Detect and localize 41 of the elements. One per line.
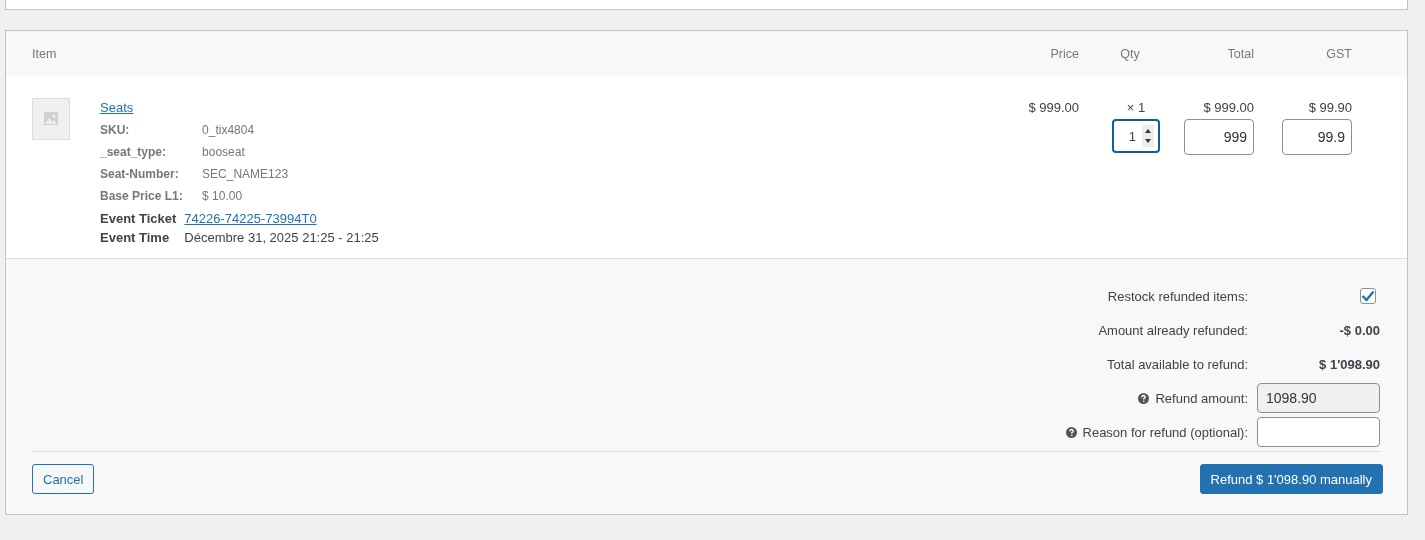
column-header: Total xyxy=(1226,46,1254,61)
meta-label: Seat-Number: xyxy=(100,167,180,181)
gst-input[interactable]: 99.9 xyxy=(1282,119,1352,155)
total-value: $ 999.00 xyxy=(1203,100,1254,115)
meta-value: SEC_NAME123 xyxy=(202,167,290,181)
meta-label: SKU: xyxy=(100,123,131,137)
product-link[interactable]: Seats xyxy=(100,100,379,115)
column-header: Qty xyxy=(1119,46,1141,61)
cancel-button[interactable]: Cancel xyxy=(32,464,95,494)
meta-value: 0_tix4804 xyxy=(202,123,256,137)
refund-amount-field[interactable]: 1098.90 xyxy=(1257,383,1380,413)
total-input[interactable]: 999 xyxy=(1184,119,1254,155)
quantity-input[interactable]: 1 xyxy=(1112,119,1160,153)
ticket-link[interactable]: 74226-74225-73994T0 xyxy=(184,211,379,226)
already-refunded-value: -$ 0.00 xyxy=(1339,322,1380,338)
meta-label: _seat_type: xyxy=(100,145,168,159)
refund-reason-field[interactable] xyxy=(1257,417,1380,447)
event-label: Event Time xyxy=(100,230,171,245)
available-value: $ 1'098.90 xyxy=(1319,356,1380,372)
restock-checkbox[interactable] xyxy=(1360,288,1376,304)
spinner-icon[interactable] xyxy=(1142,125,1154,147)
event-value: Décembre 31, 2025 21:25 - 21:25 xyxy=(184,230,379,245)
price-value: $ 999.00 xyxy=(1028,100,1079,115)
gst-value: $ 99.90 xyxy=(1308,100,1352,115)
restock-label: Restock refunded items: xyxy=(1107,288,1248,304)
help-icon[interactable] xyxy=(1065,426,1077,438)
event-label: Event Ticket xyxy=(100,211,177,226)
meta-label: Base Price L1: xyxy=(100,189,184,203)
already-refunded-label: Amount already refunded: xyxy=(1098,322,1248,338)
help-icon[interactable] xyxy=(1138,392,1150,404)
quantity-value: × 1 xyxy=(1126,100,1146,115)
refund-reason-label: Reason for refund (optional): xyxy=(1082,424,1248,440)
refund-amount-label: Refund amount: xyxy=(1155,390,1248,406)
column-header: Item xyxy=(32,46,58,61)
meta-value: booseat xyxy=(202,145,246,159)
column-header: Price xyxy=(1049,46,1080,61)
image-placeholder-icon xyxy=(32,98,70,140)
refund-button[interactable]: Refund $ 1'098.90 manually xyxy=(1199,464,1383,494)
column-header: GST xyxy=(1325,46,1352,61)
available-label: Total available to refund: xyxy=(1107,356,1248,372)
meta-value: $ 10.00 xyxy=(202,189,244,203)
